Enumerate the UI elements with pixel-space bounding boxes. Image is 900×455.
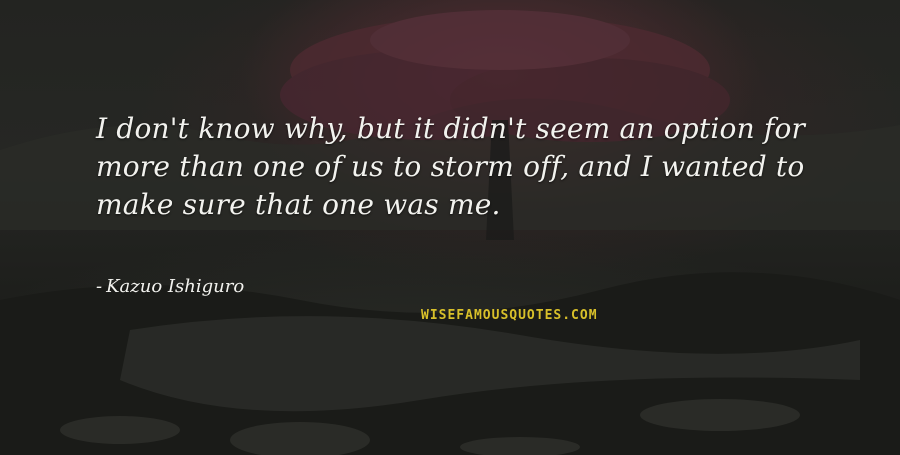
landscape-background	[0, 10, 900, 455]
quote-text: I don't know why, but it didn't seem an …	[96, 110, 836, 224]
watermark-logo: WISEFAMOUSQUOTES.COM	[421, 308, 598, 323]
quote-line-3: make sure that one was me.	[96, 188, 501, 221]
quote-card: I don't know why, but it didn't seem an …	[0, 0, 900, 455]
author-name: Kazuo Ishiguro	[106, 276, 245, 297]
quote-author: - Kazuo Ishiguro	[96, 275, 244, 299]
author-dash: -	[96, 276, 103, 297]
quote-line-1: I don't know why, but it didn't seem an …	[96, 112, 806, 145]
quote-line-2: more than one of us to storm off, and I …	[96, 150, 805, 183]
